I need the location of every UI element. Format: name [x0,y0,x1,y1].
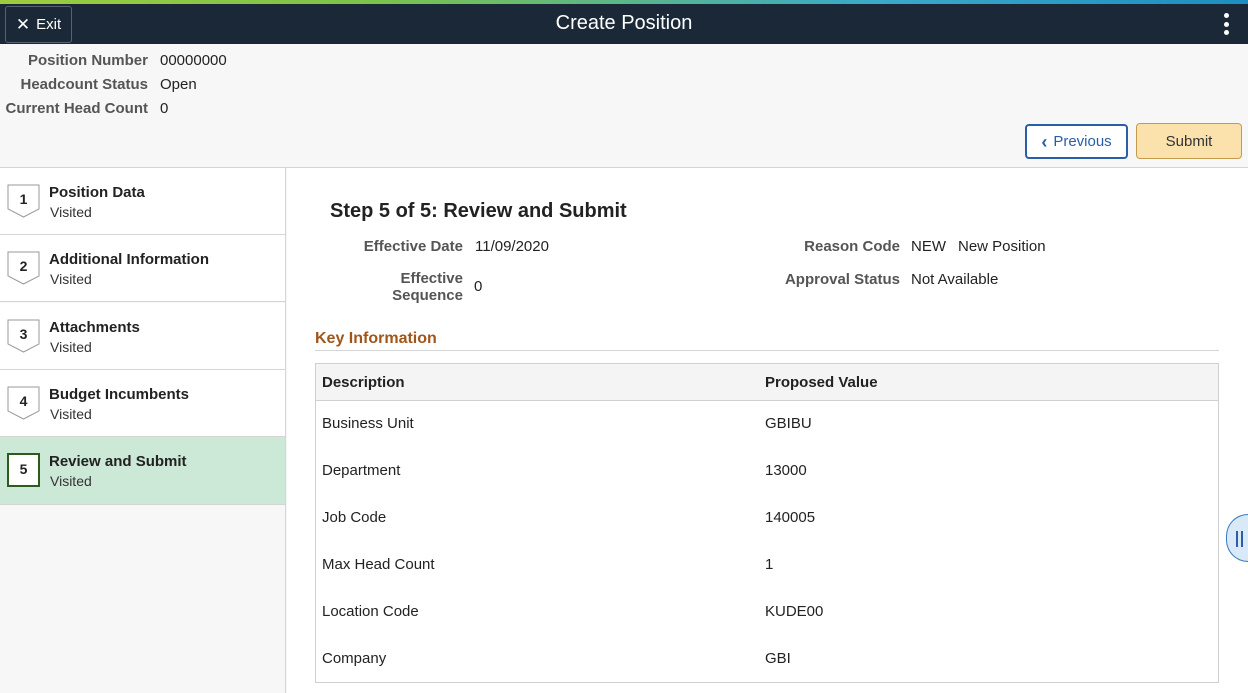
proposed-value-cell: KUDE00 [765,603,823,620]
step-heading: Step 5 of 5: Review and Submit [330,200,627,223]
step-badge: 3 [7,319,40,353]
approval-status-value: Not Available [911,271,998,288]
description-cell: Business Unit [322,415,414,432]
column-header-proposed-value: Proposed Value [765,374,878,391]
step-item-additional-information[interactable]: 2 Additional Information Visited [0,235,285,302]
position-number-value: 00000000 [160,52,227,69]
key-information-heading: Key Information [315,330,437,348]
submit-button[interactable]: Submit [1136,123,1242,159]
step-item-position-data[interactable]: 1 Position Data Visited [0,168,285,235]
step-title: Attachments [49,319,140,336]
previous-label: Previous [1053,133,1111,150]
table-row: Company GBI [316,636,1218,683]
reason-code-description: New Position [958,238,1046,255]
proposed-value-cell: 1 [765,556,773,573]
page-title: Create Position [0,12,1248,35]
proposed-value-cell: 13000 [765,462,807,479]
chevron-left-icon: ‹ [1041,133,1047,151]
step-item-review-and-submit[interactable]: 5 Review and Submit Visited [0,437,285,505]
step-number: 5 [7,461,40,477]
step-item-budget-incumbents[interactable]: 4 Budget Incumbents Visited [0,370,285,437]
section-divider [315,350,1219,351]
step-badge: 2 [7,251,40,285]
more-actions-icon[interactable] [1224,13,1230,35]
step-badge: 1 [7,184,40,218]
reason-code-value: NEW [911,238,946,255]
key-information-table: Description Proposed Value Business Unit… [315,363,1219,683]
pause-bars-icon [1236,531,1244,547]
step-title: Additional Information [49,251,209,268]
reason-code-label: Reason Code [757,238,900,255]
table-row: Department 13000 [316,448,1218,495]
step-number: 3 [7,326,40,342]
step-status: Visited [50,271,92,287]
step-badge: 4 [7,386,40,420]
headcount-status-label: Headcount Status [20,76,148,93]
step-item-attachments[interactable]: 3 Attachments Visited [0,303,285,370]
effective-date-value: 11/09/2020 [475,238,549,255]
step-number: 4 [7,393,40,409]
proposed-value-cell: 140005 [765,509,815,526]
step-number: 2 [7,258,40,274]
step-number: 1 [7,191,40,207]
current-head-count-label: Current Head Count [6,100,149,117]
step-badge-active: 5 [7,453,40,487]
approval-status-label: Approval Status [757,271,900,288]
table-header: Description Proposed Value [316,364,1218,401]
step-navigation: 1 Position Data Visited 2 Additional Inf… [0,168,286,693]
step-title: Review and Submit [49,453,187,470]
column-header-description: Description [322,374,405,391]
step-status: Visited [50,339,92,355]
step-status: Visited [50,204,92,220]
headcount-status-value: Open [160,76,197,93]
top-banner: ✕ Exit Create Position [0,4,1248,44]
description-cell: Job Code [322,509,386,526]
current-head-count-value: 0 [160,100,168,117]
table-row: Max Head Count 1 [316,542,1218,589]
proposed-value-cell: GBI [765,650,791,667]
table-row: Business Unit GBIBU [316,401,1218,448]
description-cell: Company [322,650,386,667]
table-row: Job Code 140005 [316,495,1218,542]
previous-button[interactable]: ‹ Previous [1025,124,1128,159]
step-title: Budget Incumbents [49,386,189,403]
proposed-value-cell: GBIBU [765,415,812,432]
effective-sequence-label-line2: Sequence [327,287,463,304]
description-cell: Department [322,462,400,479]
effective-sequence-label-line1: Effective [327,270,463,287]
step-title: Position Data [49,184,145,201]
description-cell: Max Head Count [322,556,435,573]
step-status: Visited [50,473,92,489]
effective-sequence-value: 0 [474,278,482,295]
step-status: Visited [50,406,92,422]
main-content: Step 5 of 5: Review and Submit Effective… [287,168,1248,693]
position-number-label: Position Number [28,52,148,69]
table-row: Location Code KUDE00 [316,589,1218,636]
effective-date-label: Effective Date [327,238,463,255]
description-cell: Location Code [322,603,419,620]
